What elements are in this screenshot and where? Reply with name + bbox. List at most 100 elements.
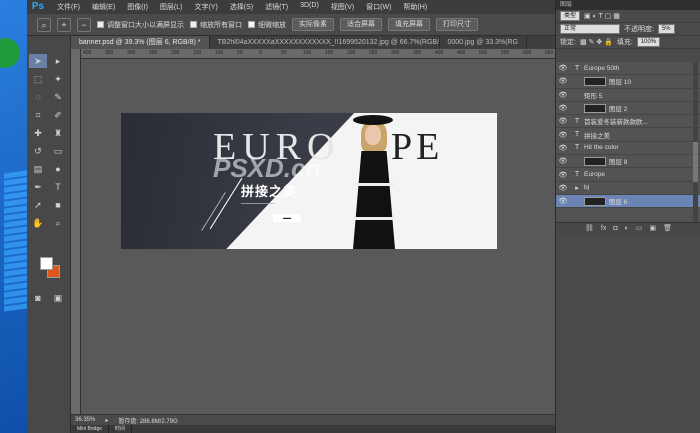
visibility-eye-icon[interactable]: 👁 xyxy=(556,104,570,112)
banner-canvas[interactable]: EURO PE 拼接之美 ━━━━━━━━━━━━━━ ▬▬ PSXD.cn xyxy=(121,113,497,249)
quick-mask-icon[interactable]: ◙ xyxy=(29,291,47,305)
layer-filter-select[interactable]: 类型 xyxy=(560,11,581,21)
layer-row[interactable]: 👁 图层 2 xyxy=(556,102,700,116)
ruler-tick-label: 550 xyxy=(501,50,510,56)
lock-icons[interactable]: ▩ ✎ ✥ 🔒 xyxy=(580,38,613,46)
menu-item[interactable]: 选择(S) xyxy=(230,2,253,12)
type-tool-icon[interactable]: T xyxy=(49,180,67,194)
fit-screen-button[interactable]: 适合屏幕 xyxy=(340,18,382,31)
layer-row[interactable]: 👁 T Europe xyxy=(556,168,700,182)
document-tabs: banner.psd @ 39.3% (图层 6, RGB/8) * TB2hl0… xyxy=(71,36,555,49)
healing-tool-icon[interactable]: ✚ xyxy=(29,126,47,140)
magic-wand-icon[interactable]: ✦ xyxy=(49,72,67,86)
marquee-tool-icon[interactable]: ⬚ xyxy=(29,72,47,86)
layer-row[interactable]: 👁 图层 10 xyxy=(556,75,700,89)
stamp-tool-icon[interactable]: ♜ xyxy=(49,126,67,140)
eyedropper-icon[interactable]: ✎ xyxy=(49,90,67,104)
ruler-tick-label: 350 xyxy=(413,50,422,56)
gradient-tool-icon[interactable]: ▤ xyxy=(29,162,47,176)
shape-tool-icon[interactable]: ■ xyxy=(49,198,67,212)
visibility-eye-icon[interactable]: 👁 xyxy=(556,197,570,205)
menu-item[interactable]: 帮助(H) xyxy=(403,2,427,12)
lasso-tool-icon[interactable]: ◌ xyxy=(29,90,47,104)
document-tab[interactable]: 0000.jpg @ 33.3%(RG xyxy=(440,36,528,49)
zoom-all-windows-checkbox[interactable]: 缩放所有窗口 xyxy=(190,20,242,30)
zoom-level[interactable]: 36.35% xyxy=(75,417,95,423)
menu-item[interactable]: 文件(F) xyxy=(57,2,80,12)
layer-row[interactable]: 👁 T Hit the color xyxy=(556,142,700,156)
eraser-tool-icon[interactable]: ▭ xyxy=(49,144,67,158)
ruler-tick-label: 400 xyxy=(435,50,444,56)
layer-thumbnail xyxy=(584,156,606,166)
menu-item[interactable]: 文字(Y) xyxy=(194,2,217,12)
foreground-color-swatch[interactable] xyxy=(40,257,53,270)
history-brush-icon[interactable]: ↺ xyxy=(29,144,47,158)
layer-row[interactable]: 👁 T 拼接之美 xyxy=(556,128,700,142)
layer-row[interactable]: 👁 T Europe 50th xyxy=(556,62,700,76)
menu-item[interactable]: 图层(L) xyxy=(160,2,183,12)
scrubby-zoom-checkbox[interactable]: ✓ 细微缩放 xyxy=(248,20,286,30)
pen-tool-icon[interactable]: ✒ xyxy=(29,180,47,194)
layer-filter-row: 类型 ▣ ◐ T ▢ ▦ xyxy=(556,10,700,23)
resize-windows-checkbox[interactable]: 调整窗口大小以满屏显示 xyxy=(97,20,184,30)
new-layer-icon[interactable]: ▣ xyxy=(649,223,656,234)
menu-item[interactable]: 图像(I) xyxy=(127,2,148,12)
artboard-tool-icon[interactable]: ▸ xyxy=(49,54,67,68)
fill-screen-button[interactable]: 填充屏幕 xyxy=(388,18,430,31)
layer-row[interactable]: 👁 ▸ bj xyxy=(556,182,700,195)
visibility-eye-icon[interactable]: 👁 xyxy=(556,171,570,179)
layer-row[interactable]: 👁 图层 6 xyxy=(556,194,700,209)
visibility-eye-icon[interactable]: 👁 xyxy=(556,117,570,125)
hand-tool-icon[interactable]: ✋ xyxy=(29,216,47,230)
menu-item[interactable]: 滤镜(T) xyxy=(265,2,288,12)
zoom-icon[interactable]: ⌕ xyxy=(49,216,67,230)
visibility-eye-icon[interactable]: 👁 xyxy=(556,91,570,99)
visibility-eye-icon[interactable]: 👁 xyxy=(556,157,570,165)
screen-mode-icon[interactable]: ▣ xyxy=(49,291,67,305)
actual-pixels-button[interactable]: 实际像素 xyxy=(292,18,334,31)
visibility-eye-icon[interactable]: 👁 xyxy=(556,144,570,152)
blur-tool-icon[interactable]: ● xyxy=(49,162,67,176)
layers-scrollbar[interactable] xyxy=(693,62,698,222)
visibility-eye-icon[interactable]: 👁 xyxy=(556,64,570,72)
document-tab[interactable]: TB2hl04aXXXXXaXXXXXXXXXXXX_!!1699520132.… xyxy=(210,36,440,49)
adjustment-icon[interactable]: ◐ xyxy=(625,223,629,234)
group-icon[interactable]: ▭ xyxy=(636,223,643,234)
layer-row[interactable]: 👁 T 首装爱冬装新款款欧... xyxy=(556,115,700,129)
fill-input[interactable]: 100% xyxy=(636,37,661,47)
layer-kind-icon: T xyxy=(574,64,580,72)
panel-title[interactable]: 图层 xyxy=(556,0,700,10)
bottom-tab[interactable]: 时间 xyxy=(109,425,133,433)
path-select-icon[interactable]: ➚ xyxy=(29,198,47,212)
menu-item[interactable]: 3D(D) xyxy=(300,2,319,12)
document-tab[interactable]: banner.psd @ 39.3% (图层 6, RGB/8) * xyxy=(71,36,210,49)
blend-mode-select[interactable]: 正常 xyxy=(560,24,620,34)
print-size-button[interactable]: 打印尺寸 xyxy=(436,18,478,31)
zoom-in-icon[interactable]: + xyxy=(57,17,71,32)
mask-icon[interactable]: ◘ xyxy=(613,223,617,234)
opacity-input[interactable]: 5% xyxy=(657,24,675,34)
layer-row[interactable]: 👁 矩形 5 xyxy=(556,89,700,102)
visibility-eye-icon[interactable]: 👁 xyxy=(556,184,570,192)
opacity-label: 不透明度: xyxy=(624,26,654,33)
zoom-out-icon[interactable]: − xyxy=(77,17,91,32)
filter-icons[interactable]: ▣ ◐ T ▢ ▦ xyxy=(584,12,620,20)
brush-tool-icon[interactable]: ✐ xyxy=(49,108,67,122)
link-layers-icon[interactable]: ⛓ xyxy=(585,223,594,234)
move-tool-icon[interactable]: ➤ xyxy=(29,54,47,68)
layer-row[interactable]: 👁 图层 8 xyxy=(556,155,700,169)
menu-item[interactable]: 窗口(W) xyxy=(366,2,391,12)
ruler-tick-label: 150 xyxy=(193,50,202,56)
menu-item[interactable]: 编辑(E) xyxy=(92,2,115,12)
bottom-tab[interactable]: Mini Bridge xyxy=(71,425,110,433)
zoom-tool-icon[interactable]: ⌕ xyxy=(37,17,51,32)
visibility-eye-icon[interactable]: 👁 xyxy=(556,131,570,139)
layer-kind-icon: T xyxy=(574,117,580,125)
fx-icon[interactable]: fx xyxy=(601,223,606,234)
visibility-eye-icon[interactable]: 👁 xyxy=(556,77,570,85)
status-info-icon[interactable]: ▸ xyxy=(105,417,108,424)
delete-layer-icon[interactable]: 🗑 xyxy=(663,223,672,234)
menu-item[interactable]: 视图(V) xyxy=(331,2,354,12)
crop-tool-icon[interactable]: ⌗ xyxy=(29,108,47,122)
app-logo[interactable]: Ps xyxy=(27,0,49,14)
